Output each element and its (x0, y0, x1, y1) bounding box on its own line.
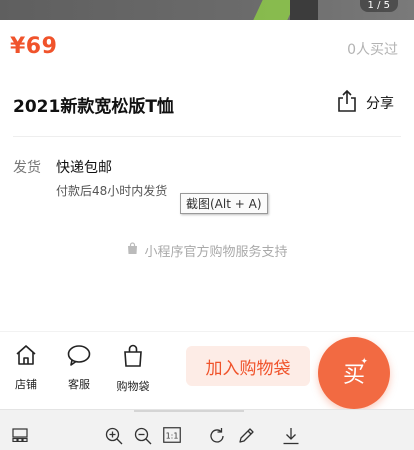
store-label: 店铺 (15, 378, 37, 391)
download-icon[interactable] (282, 427, 300, 449)
edit-icon[interactable] (237, 427, 255, 449)
actual-size-label: 1:1 (166, 432, 179, 441)
service-support: 小程序官方购物服务支持 (0, 241, 414, 260)
sparkle-icon: ✦ (360, 357, 368, 367)
viewer-toolbar (0, 409, 414, 450)
product-title: 2021新款宽松版T恤 (13, 97, 174, 117)
image-counter: 1 / 5 (359, 0, 398, 12)
product-image[interactable]: 1 / 5 (0, 0, 414, 20)
rotate-icon[interactable] (208, 427, 226, 449)
shopping-bag-icon (126, 242, 139, 259)
product-price: ¥69 (10, 34, 58, 59)
support-text: 小程序官方购物服务支持 (144, 245, 288, 260)
shopping-bag-label: 购物袋 (116, 380, 150, 393)
share-button[interactable]: 分享 (336, 89, 394, 117)
share-label: 分享 (366, 96, 394, 112)
store-icon (14, 344, 38, 370)
divider (13, 136, 401, 137)
shopping-bag-button[interactable]: 购物袋 (113, 344, 153, 394)
customer-service-label: 客服 (68, 378, 90, 391)
image-content (290, 0, 318, 20)
add-to-cart-button[interactable]: 加入购物袋 (186, 346, 310, 386)
shipping-method: 快递包邮 (56, 160, 112, 176)
zoom-in-icon[interactable] (105, 427, 123, 449)
screenshot-tooltip: 截图(Alt + A) (180, 193, 268, 214)
layout-icon[interactable] (12, 427, 28, 446)
actual-size-icon[interactable]: 1:1 (163, 427, 181, 447)
sold-count: 0人买过 (347, 42, 398, 58)
shipping-label: 发货 (13, 160, 41, 176)
zoom-out-icon[interactable] (134, 427, 152, 449)
shipping-note: 付款后48小时内发货 (56, 184, 168, 198)
toolbar-handle[interactable] (134, 410, 244, 412)
share-icon (336, 89, 358, 117)
chat-icon (66, 344, 92, 370)
buy-button[interactable]: 买 ✦ (318, 337, 390, 409)
customer-service-button[interactable]: 客服 (59, 344, 99, 392)
bag-icon (122, 344, 144, 372)
store-button[interactable]: 店铺 (6, 344, 46, 392)
